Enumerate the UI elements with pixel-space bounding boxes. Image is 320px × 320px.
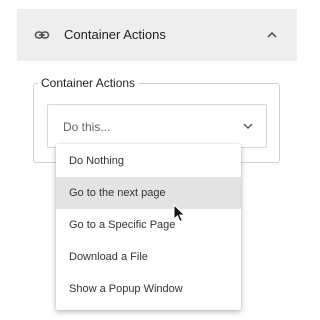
option-do-nothing[interactable]: Do Nothing xyxy=(56,145,241,177)
chevron-down-icon xyxy=(242,120,254,132)
option-download-file[interactable]: Download a File xyxy=(56,241,241,273)
chevron-up-icon[interactable] xyxy=(265,28,279,42)
fieldset-legend: Container Actions xyxy=(38,75,139,91)
option-go-to-specific-page[interactable]: Go to a Specific Page xyxy=(56,209,241,241)
select-placeholder: Do this... xyxy=(63,120,111,134)
container-actions-panel-header[interactable]: Container Actions xyxy=(17,9,297,61)
option-show-popup-window[interactable]: Show a Popup Window xyxy=(56,273,241,305)
link-icon xyxy=(34,27,50,43)
option-go-to-next-page[interactable]: Go to the next page xyxy=(56,177,241,209)
action-select[interactable]: Do this... xyxy=(47,104,267,148)
action-dropdown-menu: Do Nothing Go to the next page Go to a S… xyxy=(56,144,241,310)
mouse-cursor-icon xyxy=(173,204,186,223)
panel-title: Container Actions xyxy=(64,27,166,42)
